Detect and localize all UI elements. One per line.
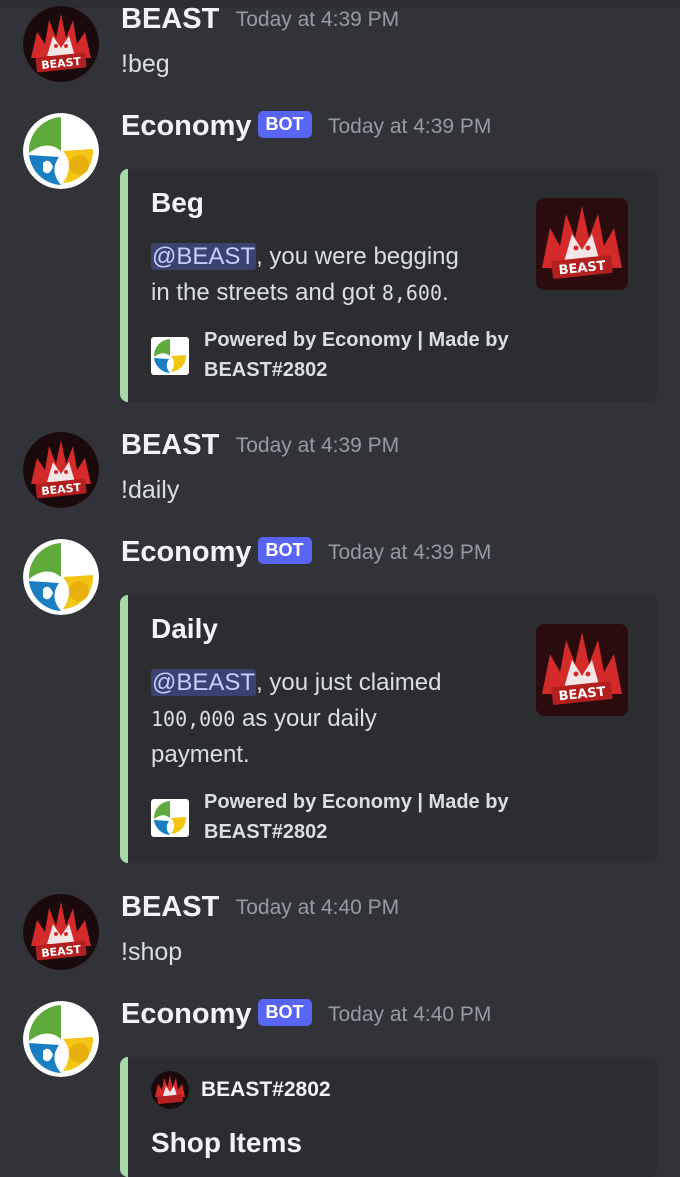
timestamp: Today at 4:39 PM [235,7,400,31]
footer-text: Powered by Economy | Made by BEAST#2802 [204,791,509,843]
embed-thumbnail[interactable]: BEAST [536,624,628,716]
timestamp: Today at 4:39 PM [327,540,492,564]
amount-value: 100,000 [151,707,236,731]
economy-avatar[interactable] [23,1001,99,1077]
embed-description: @BEAST, you just claimed 100,000 as your… [151,669,442,768]
user-mention[interactable]: @BEAST [151,243,257,270]
beast-author-icon [151,1071,189,1109]
embed-title: Shop Items [151,1127,302,1158]
embed-shop: BEAST#2802 Shop Items [120,1057,657,1177]
message-text: !shop [121,938,183,966]
bot-badge: BOT [257,537,312,564]
message-text: !daily [121,476,180,504]
author-name[interactable]: BEAST [121,429,219,461]
author-name[interactable]: Economy [121,998,252,1030]
embed-author-name[interactable]: BEAST#2802 [201,1078,331,1101]
timestamp: Today at 4:40 PM [327,1002,492,1026]
bot-badge: BOT [257,111,312,138]
timestamp: Today at 4:39 PM [327,114,492,138]
author-name[interactable]: BEAST [121,3,219,35]
author-name[interactable]: Economy [121,110,252,142]
economy-footer-icon [151,337,189,375]
embed-title: Daily [151,613,218,644]
embed-author[interactable]: BEAST#2802 [151,1071,331,1109]
beast-avatar[interactable]: BEAST [23,6,99,82]
embed-daily: Daily @BEAST, you just claimed 100,000 a… [120,595,657,863]
economy-avatar[interactable] [23,113,99,189]
amount-value: 8,600 [381,281,443,305]
bot-badge: BOT [257,999,312,1026]
footer-text: Powered by Economy | Made by BEAST#2802 [204,329,509,381]
author-name[interactable]: Economy [121,536,252,568]
embed-beg: Beg @BEAST, you were begging in the stre… [120,169,657,402]
embed-thumbnail[interactable]: BEAST [536,198,628,290]
economy-avatar[interactable] [23,539,99,615]
user-mention[interactable]: @BEAST [151,669,257,696]
beast-avatar[interactable]: BEAST [23,894,99,970]
author-name[interactable]: BEAST [121,891,219,923]
timestamp: Today at 4:40 PM [235,895,400,919]
message-text: !beg [121,50,170,78]
embed-description: @BEAST, you were begging in the streets … [151,243,459,306]
economy-footer-icon [151,799,189,837]
embed-title: Beg [151,187,204,218]
timestamp: Today at 4:39 PM [235,433,400,457]
beast-avatar[interactable]: BEAST [23,432,99,508]
